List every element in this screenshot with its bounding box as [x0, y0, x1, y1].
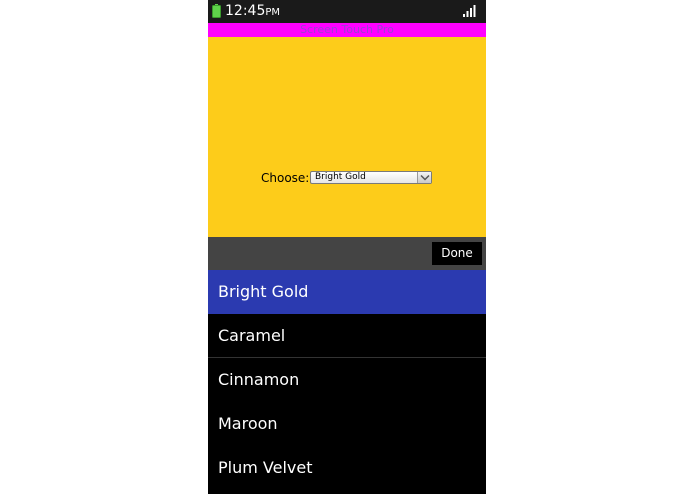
- done-button[interactable]: Done: [432, 242, 482, 265]
- clock-ampm: PM: [265, 7, 281, 18]
- option-plum-velvet[interactable]: Plum Velvet: [208, 446, 486, 490]
- status-clock: 12:45PM: [225, 3, 280, 21]
- status-bar: 12:45PM: [208, 0, 486, 23]
- app-title-bar: Screen Touch Pro: [208, 23, 486, 37]
- option-label: Plum Velvet: [218, 458, 313, 477]
- picker-options-list: Bright Gold Caramel Cinnamon Maroon Plum…: [208, 270, 486, 494]
- option-label: Cinnamon: [218, 370, 300, 389]
- option-maroon[interactable]: Maroon: [208, 402, 486, 446]
- choose-label: Choose:: [261, 171, 310, 185]
- chevron-down-icon: [420, 174, 430, 181]
- color-select[interactable]: Bright Gold: [310, 171, 432, 184]
- choose-row: Choose: Bright Gold: [208, 170, 486, 186]
- option-bright-gold[interactable]: Bright Gold: [208, 270, 486, 314]
- option-label: Maroon: [218, 414, 278, 433]
- content-area: Choose: Bright Gold: [208, 37, 486, 237]
- phone-screen: 12:45PM Screen Touch Pro Choose: Bright …: [208, 0, 486, 494]
- select-value: Bright Gold: [315, 172, 366, 182]
- option-label: Bright Gold: [218, 282, 309, 301]
- select-arrow-button[interactable]: [417, 172, 431, 183]
- option-caramel[interactable]: Caramel: [208, 314, 486, 358]
- signal-bars-icon: [463, 5, 476, 17]
- battery-icon: [212, 4, 221, 18]
- option-cinnamon[interactable]: Cinnamon: [208, 358, 486, 402]
- app-title: Screen Touch Pro: [300, 23, 394, 36]
- picker-toolbar: Done: [208, 237, 486, 270]
- option-label: Caramel: [218, 326, 286, 345]
- clock-time: 12:45: [225, 3, 266, 19]
